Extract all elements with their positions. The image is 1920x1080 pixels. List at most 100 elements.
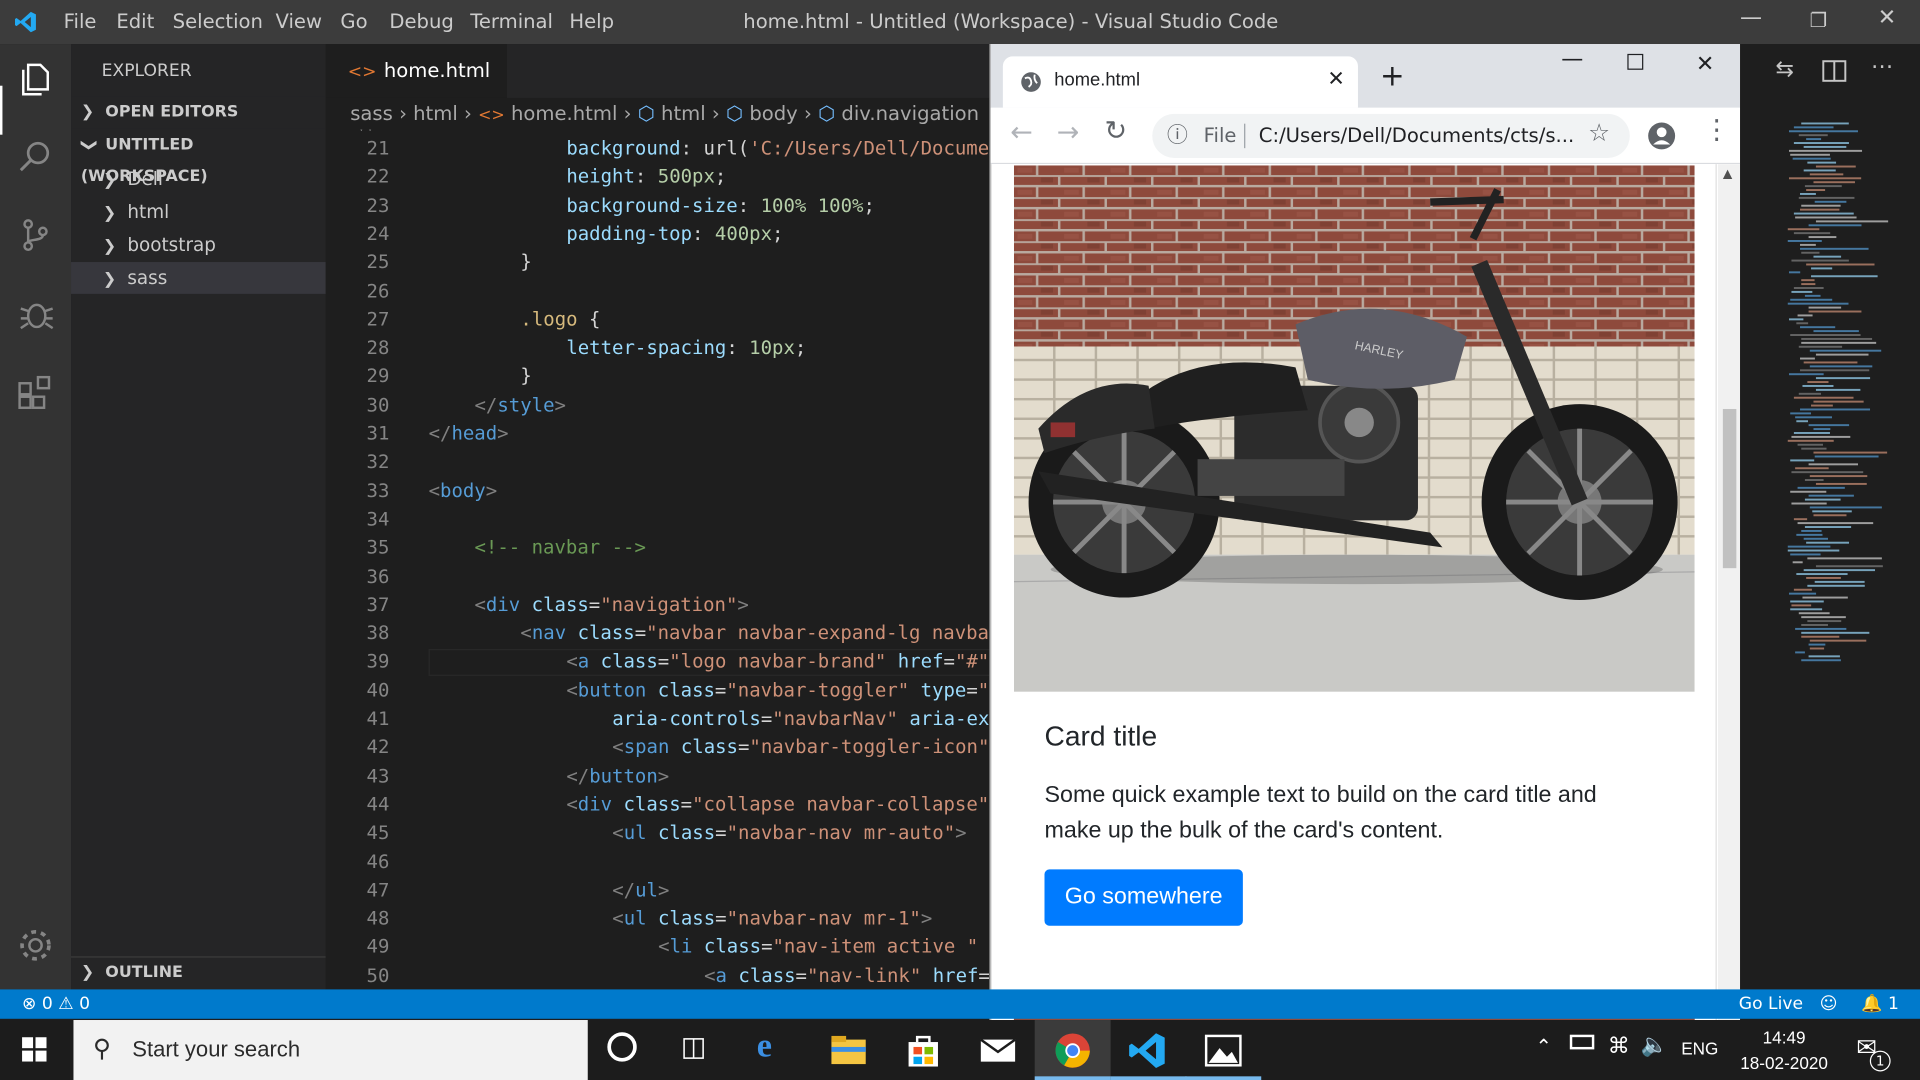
more-actions-icon[interactable]: ⋯ bbox=[1871, 54, 1893, 80]
minimize-icon[interactable]: — bbox=[1561, 47, 1583, 73]
vscode-icon[interactable] bbox=[1127, 1030, 1169, 1072]
search-icon[interactable] bbox=[16, 137, 55, 176]
browser-tab-title: home.html bbox=[1054, 69, 1141, 91]
browser-tab[interactable]: home.html ✕ bbox=[1002, 56, 1358, 108]
breadcrumb-item[interactable]: body bbox=[749, 102, 797, 125]
battery-icon[interactable] bbox=[1569, 1034, 1595, 1050]
volume-muted-icon[interactable]: 🔈 bbox=[1641, 1032, 1668, 1058]
compare-changes-icon[interactable]: ⇆ bbox=[1776, 56, 1794, 82]
breadcrumb-item[interactable]: html bbox=[413, 102, 458, 125]
feedback-icon[interactable]: ☺ bbox=[1820, 989, 1838, 1018]
clock-time: 14:49 bbox=[1762, 1027, 1806, 1047]
errors-indicator[interactable]: ⊗ 0 ⚠ 0 bbox=[22, 989, 90, 1018]
line-number: 32 bbox=[366, 450, 390, 474]
code-token: = bbox=[715, 907, 727, 930]
explorer-icon[interactable] bbox=[16, 59, 55, 98]
minimap-line bbox=[1800, 369, 1870, 372]
show-hidden-icons-icon[interactable]: ⌃ bbox=[1536, 1035, 1552, 1058]
close-icon[interactable]: ✕ bbox=[1869, 5, 1906, 31]
chrome-icon[interactable] bbox=[1052, 1030, 1094, 1072]
code-token: nav bbox=[531, 622, 567, 645]
minimap[interactable] bbox=[1783, 122, 1901, 685]
language-indicator[interactable]: ENG bbox=[1681, 1038, 1718, 1058]
scroll-up-arrow-icon[interactable]: ▲ bbox=[1723, 168, 1732, 181]
menu-view[interactable]: View bbox=[276, 10, 322, 33]
bookmark-star-icon[interactable]: ☆ bbox=[1588, 118, 1610, 147]
menu-debug[interactable]: Debug bbox=[389, 10, 453, 33]
folder-sass[interactable]: ❯ sass bbox=[71, 262, 326, 294]
wifi-icon[interactable]: ⌘ bbox=[1608, 1033, 1630, 1059]
minimize-icon[interactable]: — bbox=[1733, 5, 1770, 31]
source-control-icon[interactable] bbox=[16, 216, 55, 255]
outline-section[interactable]: ❯ OUTLINE bbox=[71, 956, 326, 988]
restore-icon[interactable]: ❐ bbox=[1800, 9, 1837, 32]
code-token: </ bbox=[428, 422, 452, 445]
line-number: 48 bbox=[366, 907, 390, 930]
new-tab-icon[interactable]: + bbox=[1380, 59, 1405, 93]
code-token: url( bbox=[703, 137, 750, 160]
open-editors-section[interactable]: ❯ OPEN EDITORS bbox=[71, 96, 326, 129]
chrome-menu-icon[interactable]: ⋮ bbox=[1703, 115, 1730, 146]
workspace-section[interactable]: ❯ UNTITLED (WORKSPACE) bbox=[71, 130, 326, 186]
clock[interactable]: 14:49 18-02-2020 bbox=[1729, 1025, 1839, 1076]
breadcrumb-item[interactable]: div.navigation bbox=[841, 102, 979, 125]
card-title: Card title bbox=[1044, 720, 1158, 752]
minimap-line bbox=[1809, 173, 1844, 176]
store-icon[interactable] bbox=[902, 1030, 944, 1072]
breadcrumb-item[interactable]: sass bbox=[350, 102, 393, 125]
code-token: "navbarNav" bbox=[772, 707, 898, 730]
minimap-line bbox=[1803, 169, 1836, 172]
breadcrumb-item[interactable]: home.html bbox=[511, 102, 617, 125]
task-view-icon[interactable]: ◫ bbox=[681, 1032, 706, 1063]
open-editors-label: OPEN EDITORS bbox=[105, 102, 239, 122]
address-bar[interactable]: ⓘ File C:/Users/Dell/Documents/cts/s... bbox=[1152, 113, 1630, 158]
maximize-icon[interactable] bbox=[1627, 53, 1644, 70]
go-live-button[interactable]: Go Live bbox=[1739, 989, 1803, 1018]
info-icon[interactable]: ⓘ bbox=[1167, 114, 1188, 158]
settings-gear-icon[interactable] bbox=[16, 926, 55, 965]
menu-help[interactable]: Help bbox=[569, 10, 614, 33]
photos-icon[interactable] bbox=[1202, 1030, 1244, 1072]
profile-avatar-icon[interactable] bbox=[1647, 121, 1676, 150]
cortana-icon[interactable] bbox=[607, 1032, 637, 1062]
file-explorer-icon[interactable] bbox=[828, 1030, 870, 1072]
extensions-icon[interactable] bbox=[16, 372, 55, 411]
tab-home-html[interactable]: <>home.html ✕ bbox=[325, 44, 507, 137]
forward-arrow-icon[interactable]: → bbox=[1057, 118, 1080, 149]
scrollbar-thumb[interactable] bbox=[1722, 408, 1737, 569]
page-scrollbar[interactable]: ▲ ▼ bbox=[1717, 164, 1741, 1021]
minimap-line bbox=[1803, 569, 1876, 572]
minimap-line bbox=[1800, 192, 1816, 195]
edge-browser-icon[interactable]: e bbox=[757, 1027, 772, 1066]
reload-icon[interactable]: ↻ bbox=[1104, 116, 1127, 147]
folder-bootstrap[interactable]: ❯ bootstrap bbox=[71, 229, 326, 261]
close-window-icon[interactable]: ✕ bbox=[1696, 51, 1714, 77]
folder-html[interactable]: ❯ html bbox=[71, 196, 326, 228]
folder-dell[interactable]: ❯ Dell bbox=[71, 163, 326, 195]
taskbar-search-box[interactable]: ⚲ Start your search bbox=[73, 1020, 588, 1080]
breadcrumb-item[interactable]: html bbox=[661, 102, 706, 125]
code-editor[interactable]: 21 background: url('C:/Users/Dell/Docume 2… bbox=[325, 132, 990, 990]
menu-file[interactable]: File bbox=[64, 10, 97, 33]
minimap-line bbox=[1814, 455, 1879, 458]
go-somewhere-button[interactable]: Go somewhere bbox=[1044, 869, 1243, 926]
line-number: 40 bbox=[366, 679, 390, 702]
debug-icon[interactable] bbox=[16, 294, 55, 333]
back-arrow-icon[interactable]: ← bbox=[1010, 118, 1033, 149]
menu-selection[interactable]: Selection bbox=[173, 10, 263, 33]
minimap-line bbox=[1788, 373, 1824, 376]
close-tab-icon[interactable]: ✕ bbox=[1327, 67, 1344, 91]
code-token: < bbox=[520, 622, 532, 645]
menu-terminal[interactable]: Terminal bbox=[470, 10, 553, 33]
split-editor-icon[interactable] bbox=[1822, 59, 1847, 83]
mail-icon[interactable] bbox=[977, 1030, 1019, 1072]
notifications-button[interactable]: 🔔 1 bbox=[1861, 989, 1899, 1018]
windows-start-icon[interactable] bbox=[22, 1037, 47, 1062]
menu-edit[interactable]: Edit bbox=[116, 10, 154, 33]
minimap-line bbox=[1796, 420, 1808, 423]
code-token: letter-spacing bbox=[566, 336, 727, 359]
menu-go[interactable]: Go bbox=[340, 10, 367, 33]
code-token: > bbox=[955, 821, 967, 844]
minimap-line bbox=[1808, 236, 1837, 239]
